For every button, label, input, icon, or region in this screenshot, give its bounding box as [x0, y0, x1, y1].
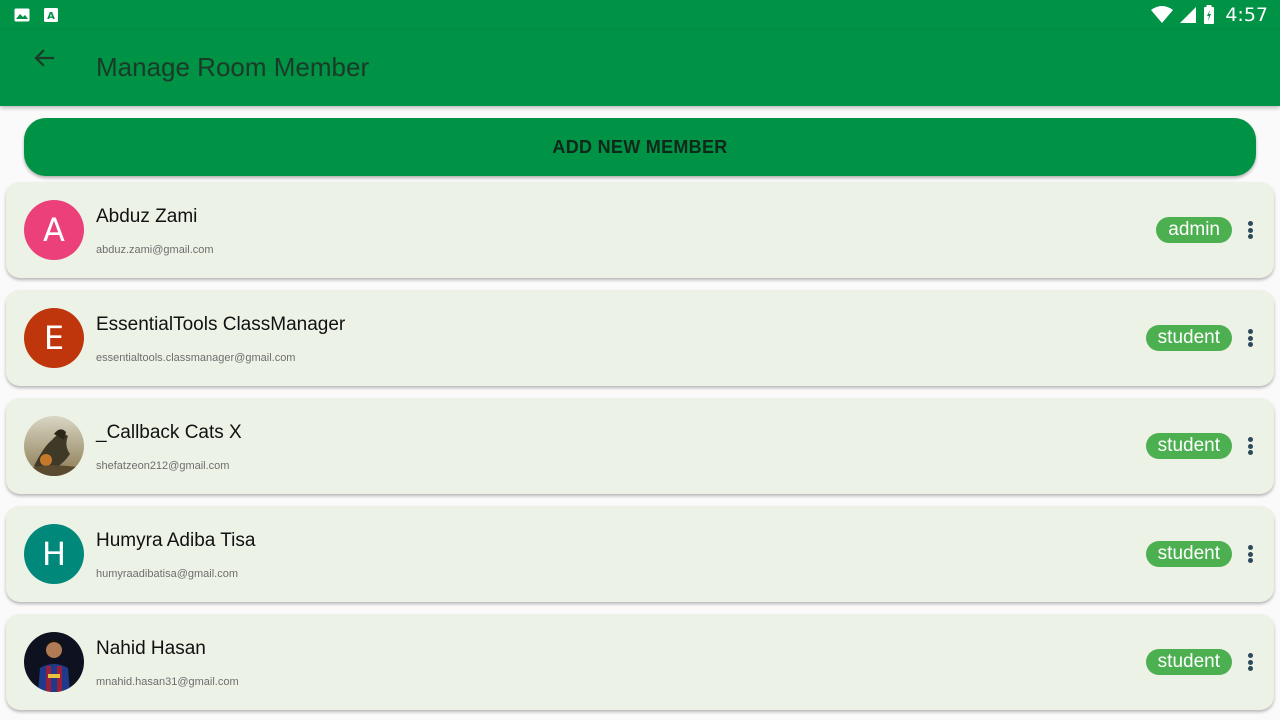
more-options-icon[interactable] — [1242, 326, 1258, 350]
more-options-icon[interactable] — [1242, 218, 1258, 242]
member-card[interactable]: _Callback Cats X shefatzeon212@gmail.com… — [6, 398, 1274, 494]
status-right-icons: 4:57 — [1151, 4, 1268, 26]
member-email: abduz.zami@gmail.com — [96, 244, 214, 256]
status-time: 4:57 — [1225, 4, 1268, 26]
avatar-photo — [24, 632, 84, 692]
app-bar: Manage Room Member — [0, 30, 1280, 106]
member-card[interactable]: H Humyra Adiba Tisa humyraadibatisa@gmai… — [6, 506, 1274, 602]
member-name: Nahid Hasan — [96, 638, 206, 659]
member-email: essentialtools.classmanager@gmail.com — [96, 352, 296, 364]
member-name: Abduz Zami — [96, 206, 198, 227]
avatar: E — [24, 308, 84, 368]
avatar: A — [24, 200, 84, 260]
battery-icon — [1203, 5, 1215, 25]
member-card[interactable]: E EssentialTools ClassManager essentialt… — [6, 290, 1274, 386]
member-email: mnahid.hasan31@gmail.com — [96, 676, 239, 688]
more-options-icon[interactable] — [1242, 650, 1258, 674]
role-badge: admin — [1156, 217, 1232, 243]
member-name: EssentialTools ClassManager — [96, 314, 346, 335]
avatar-photo — [24, 416, 84, 476]
member-email: shefatzeon212@gmail.com — [96, 460, 230, 472]
wifi-icon — [1151, 6, 1174, 24]
image-icon — [14, 8, 30, 22]
signal-icon — [1179, 6, 1197, 24]
role-badge: student — [1145, 325, 1232, 351]
role-badge: student — [1145, 433, 1232, 459]
page-title: Manage Room Member — [96, 52, 370, 82]
status-bar: A 4:57 — [0, 0, 1280, 30]
role-badge: student — [1145, 649, 1232, 675]
member-email: humyraadibatisa@gmail.com — [96, 568, 239, 580]
member-card[interactable]: Nahid Hasan mnahid.hasan31@gmail.com stu… — [6, 614, 1274, 710]
avatar: H — [24, 524, 84, 584]
role-badge: student — [1145, 541, 1232, 567]
member-name: _Callback Cats X — [96, 422, 242, 443]
more-options-icon[interactable] — [1242, 434, 1258, 458]
app-a-icon: A — [44, 8, 58, 22]
member-name: Humyra Adiba Tisa — [96, 530, 256, 551]
back-button[interactable] — [28, 42, 60, 74]
add-new-member-button[interactable]: ADD NEW MEMBER — [24, 118, 1256, 176]
more-options-icon[interactable] — [1242, 542, 1258, 566]
status-left-icons: A — [14, 8, 58, 22]
svg-text:A: A — [47, 11, 55, 22]
member-card[interactable]: A Abduz Zami abduz.zami@gmail.com admin — [6, 182, 1274, 278]
arrow-left-icon — [34, 49, 55, 67]
